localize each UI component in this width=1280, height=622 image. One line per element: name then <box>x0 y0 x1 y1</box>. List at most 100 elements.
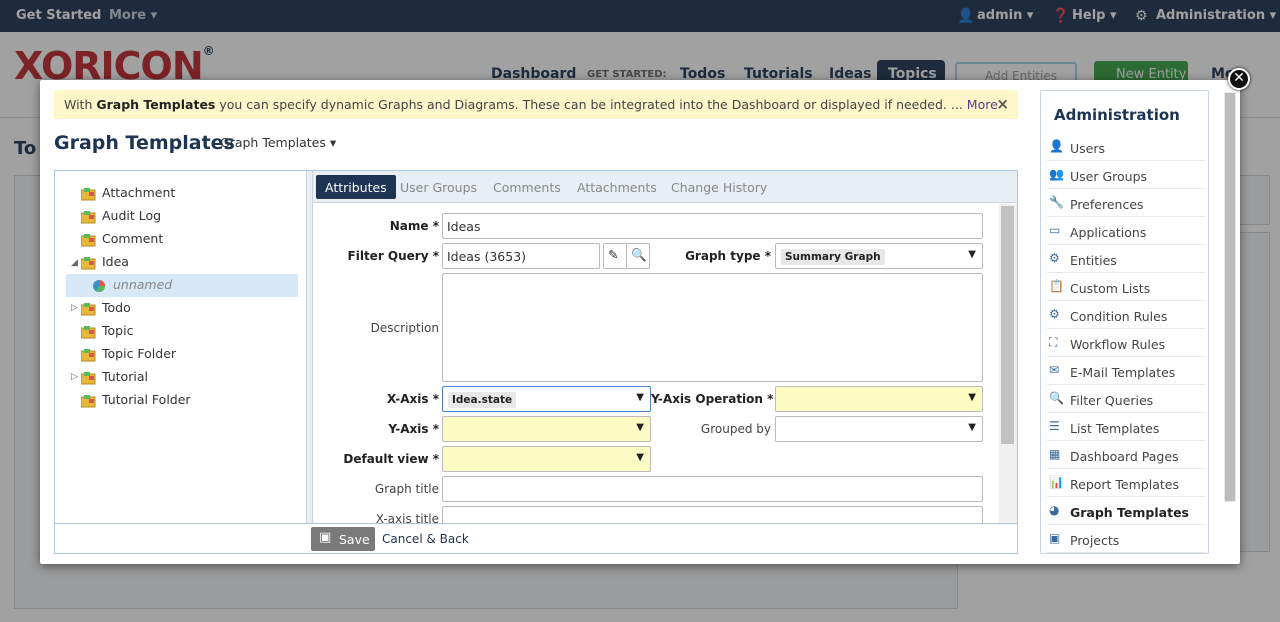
collapsed-arrow-icon[interactable]: ▷ <box>71 372 78 382</box>
administration-heading: Administration <box>1054 106 1180 124</box>
tab-comments[interactable]: Comments <box>493 180 561 195</box>
admin-scrollbar[interactable] <box>1224 92 1236 502</box>
y-axis-operation-select[interactable]: ▼ <box>775 386 983 412</box>
graph-title-input[interactable] <box>442 476 983 502</box>
info-more-link[interactable]: More <box>967 97 998 112</box>
workflow-rules-icon: ⛶ <box>1049 335 1058 349</box>
pane-splitter[interactable] <box>306 171 313 523</box>
user-groups-icon: 👥 <box>1049 167 1064 181</box>
entity-folder-icon <box>80 209 96 224</box>
graph-type-select[interactable]: Summary Graph ▼ <box>775 243 983 269</box>
condition-rules-icon: ⚙ <box>1049 307 1060 321</box>
chevron-down-icon: ▼ <box>636 422 644 433</box>
admin-item-workflow-rules[interactable]: ⛶ Workflow Rules <box>1047 329 1205 357</box>
x-axis-title-input[interactable] <box>442 506 983 523</box>
tree-item-label: unnamed <box>113 277 173 292</box>
collapsed-arrow-icon[interactable]: ▷ <box>71 303 78 313</box>
entities-icon: ⚙ <box>1049 251 1060 265</box>
entity-folder-icon <box>80 255 96 270</box>
tab-attributes[interactable]: Attributes <box>316 175 396 199</box>
tree-item-label: Comment <box>102 231 164 246</box>
email-templates-icon: ✉ <box>1049 363 1060 377</box>
tree-item-label: Todo <box>102 300 131 315</box>
pie-chart-icon <box>92 278 107 292</box>
users-icon: 👤 <box>1049 139 1064 153</box>
tab-change-history[interactable]: Change History <box>671 180 767 195</box>
cancel-back-link[interactable]: Cancel & Back <box>382 532 469 546</box>
report-templates-icon: 📊 <box>1049 475 1064 489</box>
tree-item-label: Tutorial Folder <box>102 392 191 407</box>
floppy-disk-icon: ▣ <box>319 530 332 545</box>
info-close-icon[interactable]: × <box>996 95 1009 113</box>
tree-item-label: Topic <box>102 323 134 338</box>
admin-item-entities[interactable]: ⚙ Entities <box>1047 245 1205 273</box>
attributes-form: Name * Ideas Filter Query * Ideas (3653)… <box>313 204 999 523</box>
admin-item-preferences[interactable]: 🔧 Preferences <box>1047 189 1205 217</box>
x-axis-select[interactable]: Idea.state ▼ <box>442 386 651 412</box>
y-axis-select[interactable]: ▼ <box>442 416 651 442</box>
entity-folder-icon <box>80 347 96 362</box>
dialog-title: Graph Templates <box>54 132 235 154</box>
admin-item-user-groups[interactable]: 👥 User Groups <box>1047 161 1205 189</box>
description-textarea[interactable] <box>442 273 983 382</box>
graph-templates-icon: ◕ <box>1049 503 1060 517</box>
filter-queries-icon: 🔍 <box>1049 391 1064 405</box>
x-axis-title-label: X-axis title <box>375 512 439 523</box>
description-label: Description <box>370 321 439 335</box>
admin-item-condition-rules[interactable]: ⚙ Condition Rules <box>1047 301 1205 329</box>
grouped-by-select[interactable]: ▼ <box>775 416 983 442</box>
admin-item-applications[interactable]: ▭ Applications <box>1047 217 1205 245</box>
tab-user-groups[interactable]: User Groups <box>400 180 477 195</box>
admin-item-custom-lists[interactable]: 📋 Custom Lists <box>1047 273 1205 301</box>
editor-frame: ◢ ▷ ▷ Attachment Audit Log Comment Idea unna… <box>54 170 1018 554</box>
admin-item-dashboard-pages[interactable]: ▦ Dashboard Pages <box>1047 441 1205 469</box>
admin-item-graph-templates[interactable]: ◕ Graph Templates <box>1047 497 1205 525</box>
default-view-label: Default view * <box>343 452 439 466</box>
admin-item-users[interactable]: 👤 Users <box>1047 133 1205 161</box>
custom-lists-icon: 📋 <box>1049 279 1064 293</box>
admin-item-report-templates[interactable]: 📊 Report Templates <box>1047 469 1205 497</box>
tree-item-label: Tutorial <box>102 369 148 384</box>
chevron-down-icon: ▼ <box>968 249 976 260</box>
edit-icon[interactable]: ✎ <box>603 243 627 269</box>
entity-folder-icon <box>80 370 96 385</box>
search-icon[interactable]: 🔍 <box>626 243 650 269</box>
expanded-arrow-icon[interactable]: ◢ <box>71 258 78 268</box>
grouped-by-label: Grouped by <box>700 422 771 436</box>
name-label: Name * <box>389 219 439 233</box>
filter-query-input[interactable]: Ideas (3653) <box>442 243 600 269</box>
tree-item-label: Attachment <box>102 185 176 200</box>
tab-attachments[interactable]: Attachments <box>577 180 657 195</box>
tree-item-label: Audit Log <box>102 208 162 223</box>
chevron-down-icon: ▼ <box>968 392 976 403</box>
filter-query-label: Filter Query * <box>347 249 439 263</box>
form-scrollbar[interactable] <box>999 204 1017 523</box>
chevron-down-icon: ▼ <box>636 392 644 403</box>
graph-templates-dialog: With Graph Templates you can specify dyn… <box>40 80 1240 564</box>
chevron-down-icon: ▼ <box>968 422 976 433</box>
chevron-down-icon: ▼ <box>636 452 644 463</box>
graph-title-label: Graph title <box>374 482 439 496</box>
applications-icon: ▭ <box>1049 223 1061 237</box>
default-view-select[interactable]: ▼ <box>442 446 651 472</box>
close-dialog-icon[interactable]: ✕ <box>1228 68 1250 90</box>
y-axis-label: Y-Axis * <box>388 422 439 436</box>
entity-folder-icon <box>80 393 96 408</box>
name-input[interactable]: Ideas <box>442 213 983 239</box>
entity-tree: ◢ ▷ ▷ Attachment Audit Log Comment Idea unna… <box>55 171 306 523</box>
list-templates-icon: ☰ <box>1049 419 1060 433</box>
template-type-dropdown[interactable]: Graph Templates ▾ <box>220 135 336 150</box>
x-axis-label: X-Axis * <box>387 392 439 406</box>
tree-item-label: Topic Folder <box>102 346 177 361</box>
preferences-icon: 🔧 <box>1049 195 1064 209</box>
admin-item-list-templates[interactable]: ☰ List Templates <box>1047 413 1205 441</box>
entity-folder-icon <box>80 324 96 339</box>
projects-icon: ▣ <box>1049 531 1061 545</box>
entity-folder-icon <box>80 186 96 201</box>
admin-item-projects[interactable]: ▣ Projects <box>1047 525 1205 553</box>
dashboard-pages-icon: ▦ <box>1049 447 1061 461</box>
save-button[interactable]: ▣ Save <box>311 527 375 551</box>
tree-item-label: Idea <box>102 254 129 269</box>
admin-item-e-mail-templates[interactable]: ✉ E-Mail Templates <box>1047 357 1205 385</box>
admin-item-filter-queries[interactable]: 🔍 Filter Queries <box>1047 385 1205 413</box>
